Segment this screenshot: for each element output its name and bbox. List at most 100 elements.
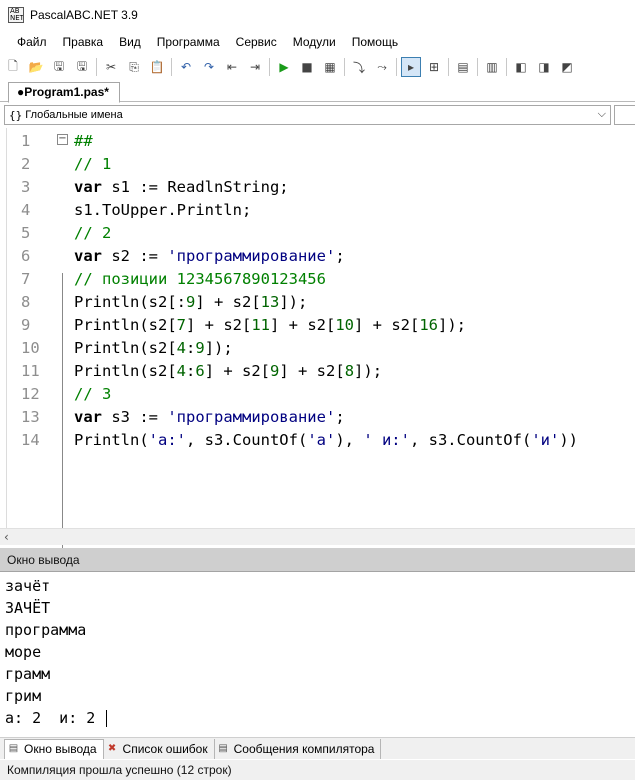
code-editor[interactable]: − 1 ## 2// 1 3 var s1 := ReadlnString; 4 s1.To… xyxy=(0,128,635,572)
code-token: 9 xyxy=(185,293,196,311)
code-token: // 1 xyxy=(74,155,112,173)
debug-window-icon[interactable]: ▤ xyxy=(453,57,473,77)
redo-icon[interactable]: ↷ xyxy=(199,57,219,77)
chevron-down-icon[interactable]: ⌵ xyxy=(598,107,606,121)
format-icon[interactable]: ⊞ xyxy=(424,57,444,77)
undo-icon[interactable]: ↶ xyxy=(176,57,196,77)
code-text: var s1 := ReadlnString; xyxy=(74,176,289,199)
toolbar-separator xyxy=(344,58,345,76)
new-file-icon[interactable]: 🗋 xyxy=(3,57,23,77)
code-token: , s3.CountOf( xyxy=(409,431,532,449)
horizontal-scrollbar[interactable]: ‹ xyxy=(0,528,635,545)
tab-output-window[interactable]: ▤ Окно вывода xyxy=(4,738,104,759)
code-token: 4 xyxy=(176,362,186,380)
run-icon[interactable]: ▶ xyxy=(274,57,294,77)
line-number: 13 xyxy=(21,408,40,426)
console-icon[interactable]: ▸ xyxy=(401,57,421,77)
line-number: 7 xyxy=(21,270,31,288)
line-number: 6 xyxy=(21,247,31,265)
app-logo-icon: AB NET xyxy=(8,7,24,23)
code-text: // позиции 1234567890123456 xyxy=(74,268,326,291)
open-folder-icon[interactable]: 📂 xyxy=(26,57,46,77)
code-templates-icon[interactable]: ▥ xyxy=(482,57,502,77)
line-number: 12 xyxy=(21,385,40,403)
code-token: s1 := ReadlnString; xyxy=(102,178,289,196)
copy-icon[interactable]: ⎘ xyxy=(124,57,144,77)
code-line[interactable]: 9 Println(s2[7] + s2[11] + s2[10] + s2[16… xyxy=(0,314,635,337)
menu-item-5[interactable]: Модули xyxy=(285,35,344,49)
code-token: ] + s2[ xyxy=(354,316,420,334)
code-token: 4 xyxy=(176,339,186,357)
code-token: 8 xyxy=(344,362,355,380)
output-panel-header: Окно вывода xyxy=(0,548,635,572)
scroll-left-icon[interactable]: ‹ xyxy=(4,530,9,544)
code-line[interactable]: 8 Println(s2[:9] + s2[13]); xyxy=(0,291,635,314)
output-text: ЗАЧЁТ xyxy=(5,599,51,617)
navigate-forward-icon[interactable]: ⇥ xyxy=(245,57,265,77)
code-token: , s3.CountOf( xyxy=(185,431,308,449)
tab-error-list[interactable]: ✖ Список ошибок xyxy=(104,738,215,759)
menu-item-0[interactable]: Файл xyxy=(0,35,55,49)
menu-item-1[interactable]: Правка xyxy=(55,35,112,49)
stop-icon[interactable]: ■ xyxy=(297,57,317,77)
code-text: Println(s2[4:9]); xyxy=(74,337,233,360)
step-into-icon[interactable]: ⤵ xyxy=(349,57,369,77)
form-designer-icon[interactable]: ◧ xyxy=(511,57,531,77)
navigate-back-icon[interactable]: ⇤ xyxy=(222,57,242,77)
code-line[interactable]: 6 var s2 := 'программирование'; xyxy=(0,245,635,268)
output-text: грамм xyxy=(5,665,51,683)
tab-program1[interactable]: ●Program1.pas* xyxy=(8,82,120,103)
breakpoint-icon[interactable]: ▦ xyxy=(320,57,340,77)
code-token: 'а:' xyxy=(148,431,186,449)
cut-icon[interactable]: ✂ xyxy=(101,57,121,77)
code-token: Println(s2[: xyxy=(74,293,186,311)
toolbar-separator xyxy=(269,58,270,76)
code-line[interactable]: 4 s1.ToUpper.Println; xyxy=(0,199,635,222)
menu-bar: Файл Правка Вид Программа Сервис Модули Помощь xyxy=(0,32,635,52)
code-line[interactable]: 11 Println(s2[4:6] + s2[9] + s2[8]); xyxy=(0,360,635,383)
code-line[interactable]: 12 // 3 xyxy=(0,383,635,406)
code-token: 'и' xyxy=(531,431,560,449)
code-line[interactable]: 13 var s3 := 'программирование'; xyxy=(0,406,635,429)
menu-item-6[interactable]: Помощь xyxy=(344,35,406,49)
build-icon[interactable]: ◩ xyxy=(557,57,577,77)
line-number: 8 xyxy=(21,293,31,311)
step-over-icon[interactable]: ⤳ xyxy=(372,57,392,77)
output-window-icon: ▤ xyxy=(8,743,19,754)
output-panel[interactable]: зачёт ЗАЧЁТ программа море грамм грим а: 2 и: … xyxy=(0,573,635,736)
member-dropdown[interactable] xyxy=(614,105,635,125)
output-text: зачёт xyxy=(5,577,51,595)
code-token: ]); xyxy=(279,293,308,311)
line-number: 9 xyxy=(21,316,31,334)
save-icon[interactable]: 🖫 xyxy=(49,57,69,77)
code-line[interactable]: 7 // позиции 1234567890123456 xyxy=(0,268,635,291)
code-text: s1.ToUpper.Println; xyxy=(74,199,251,222)
code-line[interactable]: 2 // 1 xyxy=(0,153,635,176)
output-text: грим xyxy=(5,687,42,705)
code-line[interactable]: 10 Println(s2[4:9]); xyxy=(0,337,635,360)
toolbar: 🗋 📂 🖫 🖫 ✂ ⎘ 📋 ↶ ↷ ⇤ ⇥ ▶ ■ ▦ ⤵ ⤳ ▸ ⊞ ▤ ▥ ◧ ◨ ◩ xyxy=(0,55,635,79)
code-token: 13 xyxy=(260,293,280,311)
code-token: var xyxy=(74,408,102,426)
code-token: ' и:' xyxy=(363,431,410,449)
output-text: программа xyxy=(5,621,87,639)
paste-icon[interactable]: 📋 xyxy=(147,57,167,77)
menu-item-4[interactable]: Сервис xyxy=(228,35,285,49)
tab-compiler-messages[interactable]: ▤ Сообщения компилятора xyxy=(215,738,382,759)
menu-item-2[interactable]: Вид xyxy=(111,35,149,49)
code-token: ] + s2[ xyxy=(204,362,271,380)
menu-item-3[interactable]: Программа xyxy=(149,35,228,49)
toolbar-separator xyxy=(448,58,449,76)
code-line[interactable]: 5 // 2 xyxy=(0,222,635,245)
code-text: ## xyxy=(74,130,93,153)
code-line[interactable]: 3 var s1 := ReadlnString; xyxy=(0,176,635,199)
code-token: 11 xyxy=(251,316,270,334)
toolbar-separator xyxy=(396,58,397,76)
code-line[interactable]: 1 ## xyxy=(0,130,635,153)
code-line[interactable]: 14 Println('а:', s3.CountOf('а'), ' и:', … xyxy=(0,429,635,452)
save-all-icon[interactable]: 🖫 xyxy=(72,57,92,77)
code-token: ] + s2[ xyxy=(186,316,252,334)
output-line: зачёт xyxy=(5,575,50,597)
compile-icon[interactable]: ◨ xyxy=(534,57,554,77)
scope-dropdown[interactable]: {} Глобальные имена ⌵ xyxy=(4,105,611,125)
